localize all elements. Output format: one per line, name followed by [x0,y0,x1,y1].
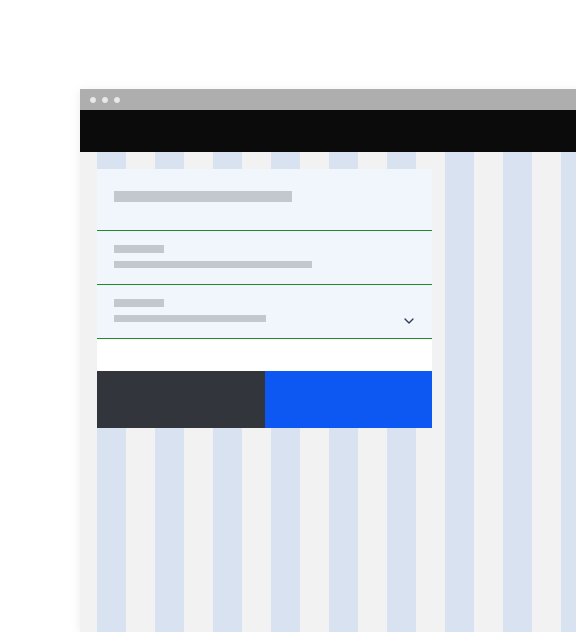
field-value [114,315,266,322]
form-row[interactable] [97,284,432,339]
window-minimize-icon[interactable] [102,97,108,103]
browser-window [80,89,576,632]
chevron-down-icon[interactable] [404,318,414,324]
card-header [97,169,432,230]
form-row[interactable] [97,230,432,284]
card-spacer [97,339,432,371]
window-maximize-icon[interactable] [114,97,120,103]
window-close-icon[interactable] [90,97,96,103]
primary-button[interactable] [265,371,433,428]
secondary-button[interactable] [97,371,265,428]
field-value [114,261,312,268]
card-footer [97,371,432,428]
form-card [97,169,432,428]
page-content [80,152,576,632]
field-label [114,299,164,307]
app-header-bar [80,110,576,152]
window-titlebar [80,89,576,110]
card-title [114,191,292,202]
field-label [114,245,164,253]
